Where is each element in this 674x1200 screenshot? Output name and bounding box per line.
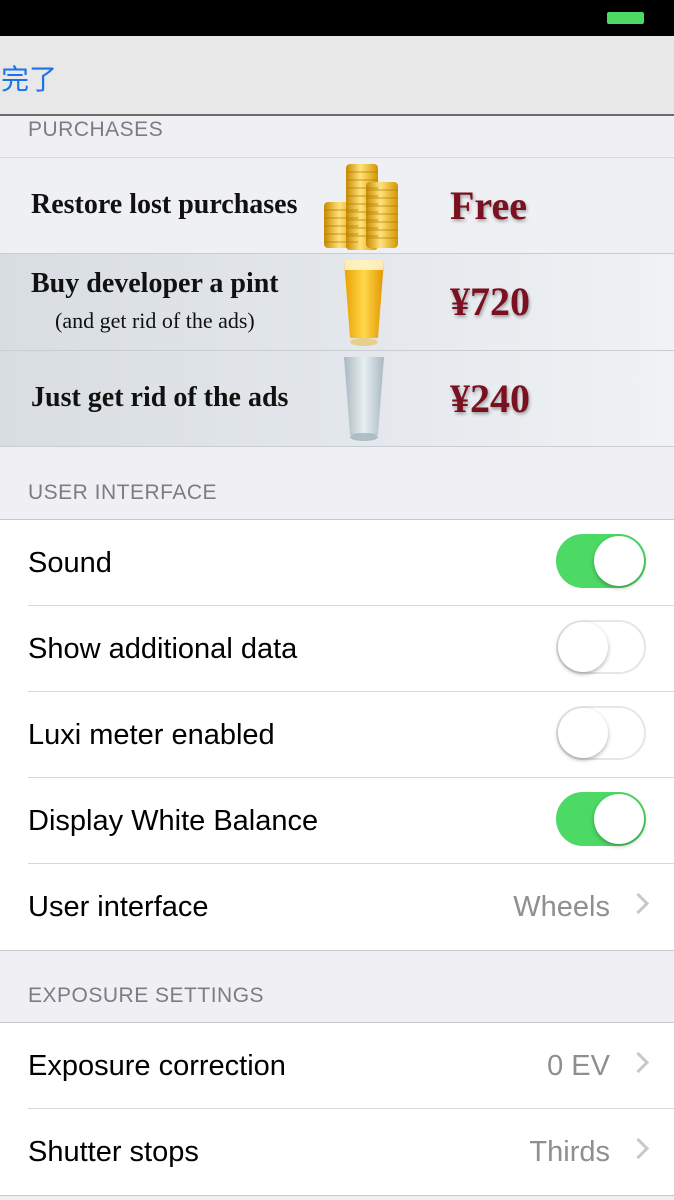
remove-ads-row[interactable]: Just get rid of the ads ¥240 <box>0 350 674 447</box>
white-balance-cell: Display White Balance <box>0 778 674 864</box>
white-balance-label: Display White Balance <box>28 805 319 837</box>
exposure-correction-label: Exposure correction <box>28 1050 286 1082</box>
navigation-bar: 完了 <box>0 36 674 116</box>
buy-pint-title: Buy developer a pint <box>31 268 279 299</box>
user-interface-cell[interactable]: User interface Wheels <box>0 864 674 950</box>
restore-price: Free <box>450 183 527 228</box>
empty-glass-icon <box>344 357 384 441</box>
coins-icon <box>324 164 398 250</box>
chevron-right-icon <box>627 1137 650 1160</box>
shutter-stops-label: Shutter stops <box>28 1136 199 1168</box>
toggle-knob <box>558 708 608 758</box>
shutter-stops-value: Thirds <box>529 1136 610 1168</box>
exposure-table: Exposure correction 0 EV Shutter stops T… <box>0 1022 674 1196</box>
remove-ads-price: ¥240 <box>450 376 530 421</box>
sound-cell: Sound <box>0 520 674 606</box>
toggle-knob <box>594 794 644 844</box>
additional-data-label: Show additional data <box>28 633 298 665</box>
additional-data-toggle[interactable] <box>556 620 646 674</box>
user-interface-table: Sound Show additional data Luxi meter en… <box>0 519 674 951</box>
user-interface-value: Wheels <box>513 891 610 923</box>
pint-price: ¥720 <box>450 279 530 324</box>
sound-toggle[interactable] <box>556 534 646 588</box>
buy-pint-subtitle: (and get rid of the ads) <box>55 308 255 333</box>
restore-purchases-row[interactable]: Restore lost purchases Free <box>0 157 674 253</box>
section-header-user-interface: USER INTERFACE <box>28 481 218 504</box>
beer-glass-icon <box>344 260 384 346</box>
chevron-right-icon <box>627 892 650 915</box>
shutter-stops-cell[interactable]: Shutter stops Thirds <box>0 1109 674 1195</box>
chevron-right-icon <box>627 1051 650 1074</box>
luxi-meter-toggle[interactable] <box>556 706 646 760</box>
toggle-knob <box>594 536 644 586</box>
toggle-knob <box>558 622 608 672</box>
luxi-meter-cell: Luxi meter enabled <box>0 692 674 778</box>
white-balance-toggle[interactable] <box>556 792 646 846</box>
user-interface-label: User interface <box>28 891 209 923</box>
battery-icon <box>607 12 644 24</box>
restore-purchases-title: Restore lost purchases <box>31 189 298 220</box>
section-header-exposure-settings: EXPOSURE SETTINGS <box>28 984 265 1007</box>
exposure-correction-value: 0 EV <box>547 1050 610 1082</box>
done-button[interactable]: 完了 <box>1 58 57 98</box>
status-bar <box>0 0 674 36</box>
additional-data-cell: Show additional data <box>0 606 674 692</box>
exposure-correction-cell[interactable]: Exposure correction 0 EV <box>0 1023 674 1109</box>
remove-ads-title: Just get rid of the ads <box>31 382 289 413</box>
luxi-meter-label: Luxi meter enabled <box>28 719 275 751</box>
buy-pint-row[interactable]: Buy developer a pint (and get rid of the… <box>0 253 674 350</box>
section-header-purchases: PURCHASES <box>28 118 164 141</box>
sound-label: Sound <box>28 547 112 579</box>
